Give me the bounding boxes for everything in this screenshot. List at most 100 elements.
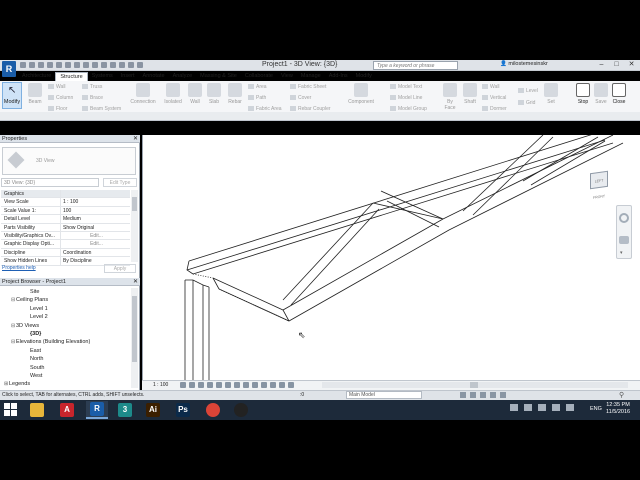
tab-analyze[interactable]: Analyze	[169, 72, 197, 81]
isolated-foundation-button[interactable]: Isolated	[162, 83, 184, 105]
visual-style-icon[interactable]	[189, 382, 195, 388]
tree-node[interactable]: Level 1	[4, 305, 90, 313]
tree-node[interactable]: North	[4, 355, 90, 363]
edit-type-button[interactable]: Edit Type	[103, 178, 137, 187]
tab-collaborate[interactable]: Collaborate	[241, 72, 277, 81]
tree-node[interactable]: ⊟3D Views	[4, 322, 90, 330]
tree-node[interactable]: Level 2	[4, 313, 90, 321]
set-workplane-button[interactable]: Set	[544, 83, 558, 105]
path-button[interactable]: Path	[248, 95, 266, 101]
show-hidden-icons-icon[interactable]	[524, 404, 532, 411]
tree-node[interactable]: ⊟Ceiling Plans	[4, 296, 90, 304]
truss-button[interactable]: Truss	[82, 84, 102, 90]
filter-icon[interactable]: ⚲	[619, 391, 624, 399]
battery-icon[interactable]	[552, 404, 560, 411]
quick-access-toolbar[interactable]	[20, 62, 143, 70]
rebar-button[interactable]: Rebar	[226, 83, 244, 105]
windows-start-button[interactable]	[4, 403, 18, 417]
thin-lines-icon[interactable]	[119, 62, 125, 68]
cover-button[interactable]: Cover	[290, 95, 311, 101]
taskbar-app-3ds-max[interactable]: 3	[114, 401, 136, 419]
scrollbar-thumb[interactable]	[132, 197, 137, 211]
tree-node[interactable]: ⊞Legends	[4, 380, 90, 388]
maximize-button[interactable]: □	[609, 60, 624, 70]
taskbar-app-revit[interactable]: R	[86, 401, 108, 419]
shadows-icon[interactable]	[207, 382, 213, 388]
level-button[interactable]: Level	[518, 88, 538, 94]
connection-button[interactable]: Connection	[128, 83, 158, 105]
model-line-button[interactable]: Model Line	[390, 95, 422, 101]
tab-add-ins[interactable]: Add-Ins	[325, 72, 352, 81]
minimize-button[interactable]: –	[594, 60, 609, 70]
network-icon[interactable]	[538, 404, 546, 411]
measure-icon[interactable]	[65, 62, 71, 68]
viewcube[interactable]: LEFT FRONT	[590, 170, 608, 200]
wall-opening-button[interactable]: Wall	[482, 84, 500, 90]
temporary-hide-icon[interactable]	[252, 382, 258, 388]
close-window-button[interactable]: ✕	[624, 60, 639, 70]
taskbar-app-file-explorer[interactable]	[26, 401, 48, 419]
tab-annotate[interactable]: Annotate	[139, 72, 169, 81]
property-row[interactable]: Scale Value 1: 100	[1, 206, 130, 216]
scrollbar-thumb[interactable]	[132, 296, 137, 362]
lock-view-icon[interactable]	[225, 382, 231, 388]
taskbar-app-illustrator[interactable]: Ai	[142, 401, 164, 419]
property-row[interactable]: Visibility/Graphics Ov... Edit...	[1, 231, 130, 241]
worksets-indicator[interactable]: :0	[300, 392, 304, 398]
steering-wheel-icon[interactable]	[619, 213, 629, 223]
chevron-down-icon[interactable]: ▾	[620, 250, 623, 256]
save-icon[interactable]	[29, 62, 35, 68]
component-button[interactable]: Component	[344, 83, 378, 105]
tree-node[interactable]: ⊟Elevations (Building Elevation)	[4, 338, 90, 346]
tree-node[interactable]: West	[4, 372, 90, 380]
grid-button[interactable]: Grid	[518, 100, 535, 106]
tab-insert[interactable]: Insert	[117, 72, 139, 81]
zoom-icon[interactable]	[619, 236, 629, 244]
property-row[interactable]: View Scale 1 : 100	[1, 198, 130, 207]
wall-small-button[interactable]: Wall	[48, 84, 66, 90]
close-button[interactable]: Close	[610, 83, 628, 105]
section-icon[interactable]	[110, 62, 116, 68]
volume-icon[interactable]	[566, 404, 574, 411]
edit-button[interactable]: Edit...	[61, 240, 130, 247]
taskbar-app-obs[interactable]	[230, 401, 252, 419]
user-account[interactable]: 👤 milostemesinskr	[500, 61, 548, 67]
drag-elements-icon[interactable]	[500, 392, 506, 398]
3d-view-icon[interactable]	[101, 62, 107, 68]
3d-viewport[interactable]	[142, 135, 640, 380]
tab-structure[interactable]: Structure	[55, 72, 88, 81]
apply-button[interactable]: Apply	[104, 264, 136, 273]
tree-node[interactable]: {3D}	[4, 330, 90, 338]
print-icon[interactable]	[56, 62, 62, 68]
clock[interactable]: 12:35 PM 11/5/2016	[606, 402, 630, 416]
close-icon[interactable]: ✕	[133, 135, 138, 143]
area-button[interactable]: Area	[248, 84, 267, 90]
property-row[interactable]: Parts Visibility Show Original	[1, 223, 130, 232]
properties-help-link[interactable]: Properties help	[2, 265, 36, 271]
tree-node[interactable]: South	[4, 364, 90, 372]
select-by-face-icon[interactable]	[490, 392, 496, 398]
edit-button[interactable]: Edit...	[61, 232, 130, 239]
tab-modify[interactable]: Modify	[352, 72, 376, 81]
modify-button[interactable]: Modify	[2, 82, 22, 109]
fabric-sheet-button[interactable]: Fabric Sheet	[290, 84, 326, 90]
open-icon[interactable]	[20, 62, 26, 68]
taskbar-app-chrome[interactable]	[202, 401, 224, 419]
tag-icon[interactable]	[83, 62, 89, 68]
property-row[interactable]: Discipline Coordination	[1, 248, 130, 258]
vertical-opening-button[interactable]: Vertical	[482, 95, 506, 101]
render-icon[interactable]	[216, 382, 222, 388]
show-crop-icon[interactable]	[243, 382, 249, 388]
revit-logo-button[interactable]: R	[2, 61, 16, 77]
switch-windows-icon[interactable]	[137, 62, 143, 68]
column-button[interactable]: Column	[48, 95, 73, 101]
undo-icon[interactable]	[38, 62, 44, 68]
tab-architecture[interactable]: Architecture	[18, 72, 55, 81]
wall-foundation-button[interactable]: Wall	[186, 83, 204, 105]
keyboard-icon[interactable]	[510, 404, 518, 411]
dimension-icon[interactable]	[74, 62, 80, 68]
close-icon[interactable]: ✕	[133, 278, 138, 286]
tab-view[interactable]: View	[277, 72, 297, 81]
taskbar-app-autodesk[interactable]: A	[56, 401, 78, 419]
redo-icon[interactable]	[47, 62, 53, 68]
